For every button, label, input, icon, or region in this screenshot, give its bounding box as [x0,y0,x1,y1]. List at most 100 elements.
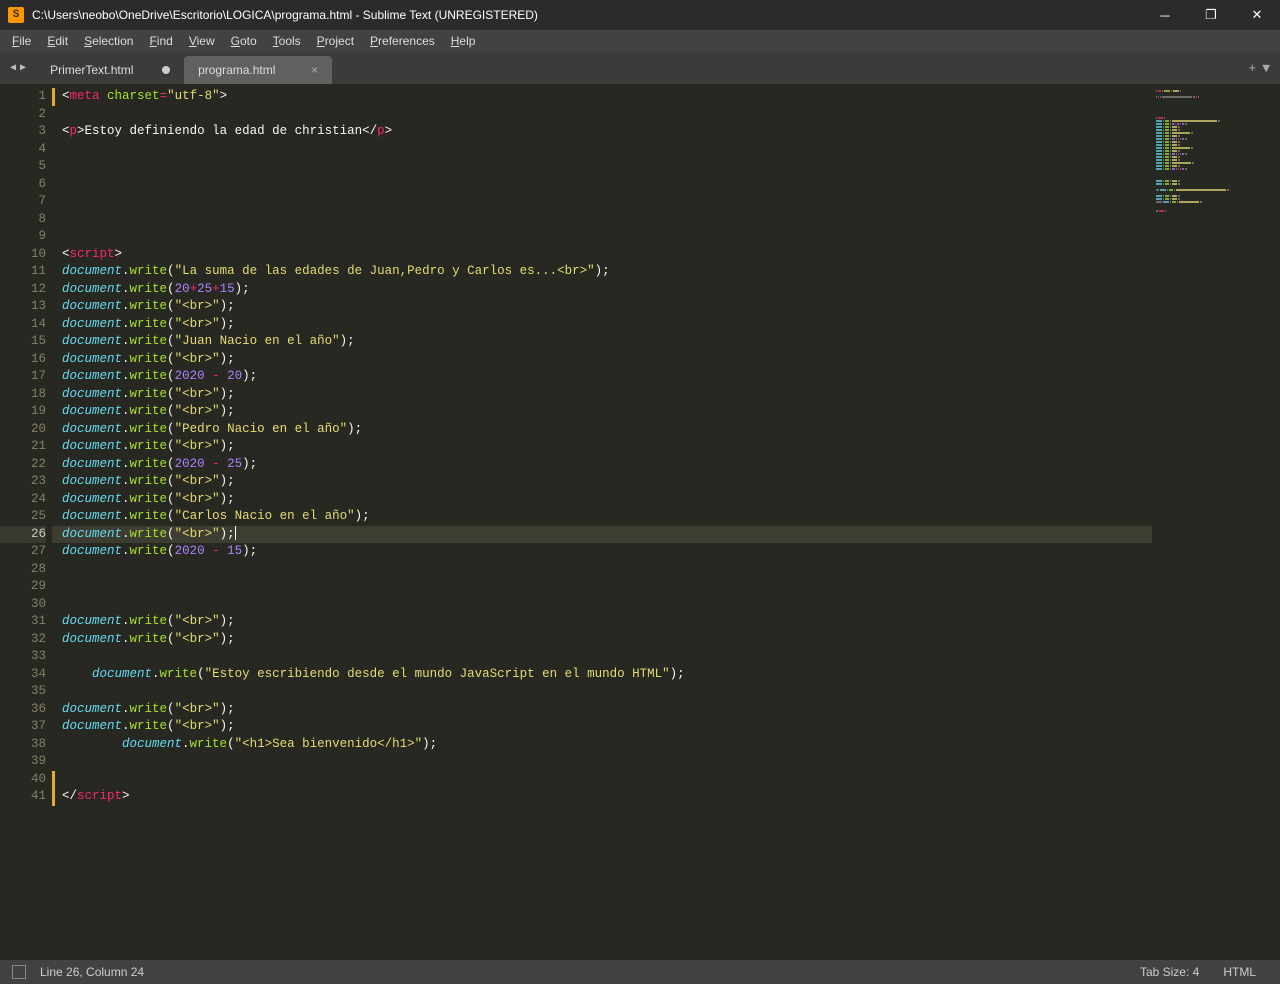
code-line[interactable] [62,648,1152,666]
window-title: C:\Users\neobo\OneDrive\Escritorio\LOGIC… [32,8,1142,22]
code-line[interactable] [62,106,1152,124]
line-number: 25 [0,508,46,526]
code-line[interactable] [62,578,1152,596]
code-line[interactable]: document.write("<br>"); [62,438,1152,456]
tab-nav: ◀ ▶ [0,52,36,84]
code-line[interactable] [62,141,1152,159]
code-line[interactable]: document.write("<br>"); [62,403,1152,421]
close-button[interactable]: ✕ [1234,0,1280,30]
code-line[interactable]: document.write(2020 - 25); [62,456,1152,474]
modified-marker [52,88,55,106]
panel-toggle-icon[interactable] [12,965,26,979]
line-number: 7 [0,193,46,211]
code-line[interactable] [62,211,1152,229]
line-number: 18 [0,386,46,404]
line-number: 8 [0,211,46,229]
menu-preferences[interactable]: Preferences [362,34,443,48]
line-number: 20 [0,421,46,439]
code-line[interactable]: document.write(2020 - 15); [62,543,1152,561]
code-line[interactable]: document.write("<br>"); [62,491,1152,509]
text-cursor [235,526,236,540]
code-line[interactable]: document.write("<h1>Sea bienvenido</h1>"… [62,736,1152,754]
line-number: 16 [0,351,46,369]
code-line[interactable]: document.write("<br>"); [62,316,1152,334]
code-line[interactable]: </script> [62,788,1152,806]
code-line[interactable] [62,193,1152,211]
line-number: 13 [0,298,46,316]
modified-marker [52,788,55,806]
code-line[interactable]: document.write("Pedro Nacio en el año"); [62,421,1152,439]
menu-help[interactable]: Help [443,34,484,48]
line-number: 36 [0,701,46,719]
code-line[interactable]: <script> [62,246,1152,264]
line-number: 12 [0,281,46,299]
tab-menu-icon[interactable]: ▼ [1262,61,1270,76]
code-line[interactable]: document.write("La suma de las edades de… [62,263,1152,281]
code-line[interactable]: document.write("<br>"); [62,701,1152,719]
code-line[interactable] [62,228,1152,246]
code-line[interactable] [62,158,1152,176]
line-number: 41 [0,788,46,806]
line-number: 31 [0,613,46,631]
code-line[interactable]: document.write("Estoy escribiendo desde … [62,666,1152,684]
line-number: 23 [0,473,46,491]
line-number: 11 [0,263,46,281]
line-number: 3 [0,123,46,141]
code-line[interactable]: document.write("Juan Nacio en el año"); [62,333,1152,351]
maximize-button[interactable]: ❐ [1188,0,1234,30]
code-line[interactable]: <meta charset="utf-8"> [62,88,1152,106]
menu-find[interactable]: Find [141,34,180,48]
code-line[interactable]: document.write("<br>"); [62,298,1152,316]
minimap[interactable] [1152,84,1280,960]
menu-tools[interactable]: Tools [265,34,309,48]
status-syntax[interactable]: HTML [1211,965,1268,979]
status-tabsize[interactable]: Tab Size: 4 [1128,965,1211,979]
code-line[interactable]: document.write("<br>"); [62,473,1152,491]
code-line[interactable]: document.write("<br>"); [62,718,1152,736]
code-line[interactable] [62,176,1152,194]
code-line[interactable]: document.write("<br>"); [62,351,1152,369]
code-area[interactable]: <meta charset="utf-8"> <p>Estoy definiend… [52,84,1152,960]
code-line[interactable] [62,753,1152,771]
line-number: 24 [0,491,46,509]
editor-area: 1234567891011121314151617181920212223242… [0,84,1280,960]
line-number: 34 [0,666,46,684]
code-line[interactable]: document.write("<br>"); [62,613,1152,631]
close-tab-icon[interactable]: × [295,63,318,77]
code-line[interactable] [62,596,1152,614]
line-number: 33 [0,648,46,666]
line-number: 40 [0,771,46,789]
menu-project[interactable]: Project [309,34,362,48]
minimize-button[interactable]: ─ [1142,0,1188,30]
tab-label: programa.html [198,63,275,77]
code-line[interactable] [62,771,1152,789]
new-tab-icon[interactable]: + [1248,61,1256,76]
code-line[interactable]: <p>Estoy definiendo la edad de christian… [62,123,1152,141]
code-line[interactable] [62,683,1152,701]
menu-file[interactable]: File [4,34,39,48]
code-line[interactable]: document.write("<br>"); [62,631,1152,649]
tab-programa-html[interactable]: programa.html × [184,56,332,84]
tab-label: PrimerText.html [50,63,133,77]
line-number: 6 [0,176,46,194]
gutter: 1234567891011121314151617181920212223242… [0,84,52,960]
code-line[interactable]: document.write("<br>"); [62,386,1152,404]
tab-primertext-html[interactable]: PrimerText.html [36,56,184,84]
code-line[interactable]: document.write(20+25+15); [62,281,1152,299]
tab-prev-icon[interactable]: ◀ [8,62,18,74]
line-number: 2 [0,106,46,124]
code-line[interactable]: document.write(2020 - 20); [62,368,1152,386]
menu-goto[interactable]: Goto [223,34,265,48]
menu-selection[interactable]: Selection [76,34,141,48]
modified-marker [52,771,55,789]
code-line[interactable] [62,561,1152,579]
line-number: 1 [0,88,46,106]
tab-next-icon[interactable]: ▶ [18,62,28,74]
menu-edit[interactable]: Edit [39,34,76,48]
code-line[interactable]: document.write("Carlos Nacio en el año")… [62,508,1152,526]
line-number: 26 [0,526,46,544]
line-number: 27 [0,543,46,561]
line-number: 4 [0,141,46,159]
menu-view[interactable]: View [181,34,223,48]
line-number: 39 [0,753,46,771]
